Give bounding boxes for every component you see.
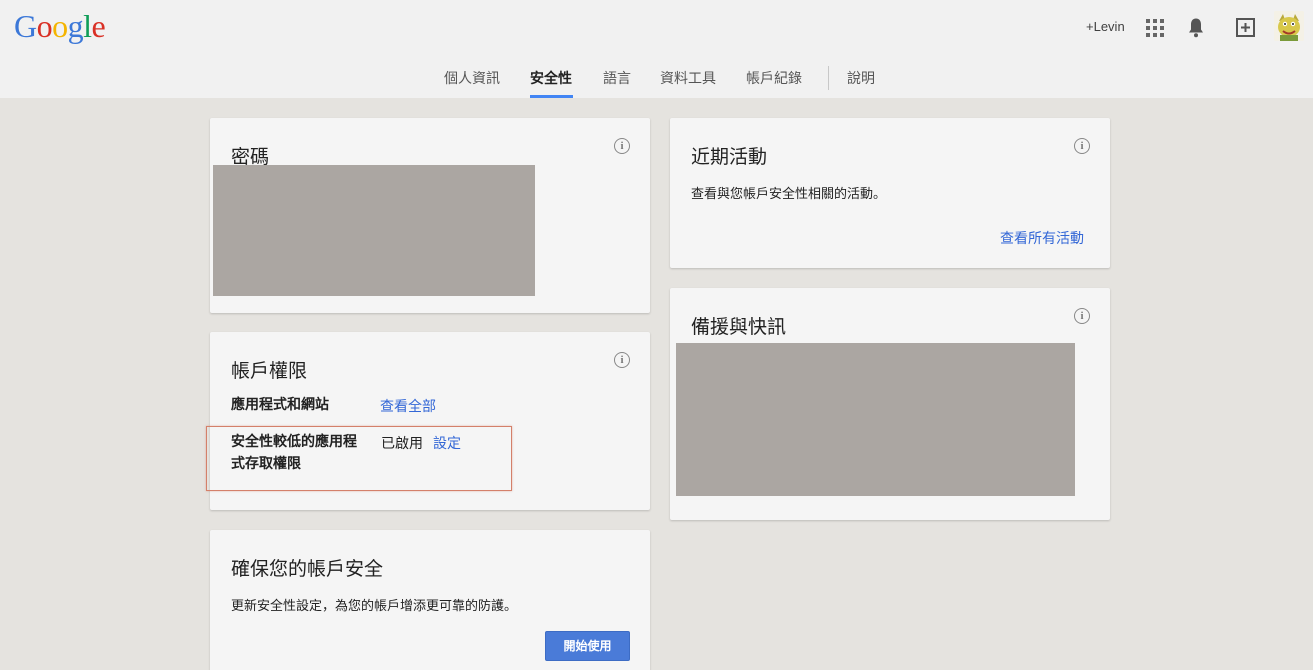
card-description: 查看與您帳戶安全性相關的活動。 [691,187,887,202]
logo-letter: e [91,8,106,44]
google-logo[interactable]: Google [14,8,106,45]
user-profile-link[interactable]: +Levin [1086,19,1125,34]
get-started-button[interactable]: 開始使用 [545,631,630,661]
logo-letter: o [36,8,53,44]
apps-and-sites-label: 應用程式和網站 [231,397,329,413]
avatar[interactable] [1274,11,1304,41]
tab-data-tools[interactable]: 資料工具 [660,68,716,88]
info-icon[interactable]: i [1074,138,1090,154]
card-title: 確保您的帳戶安全 [231,558,384,580]
nav-divider [828,66,829,90]
tab-help[interactable]: 說明 [847,68,875,88]
recovery-alerts-card: 備援與快訊 i [670,288,1110,520]
view-all-link[interactable]: 查看全部 [380,396,436,416]
recent-activity-card: 近期活動 i 查看與您帳戶安全性相關的活動。 查看所有活動 [670,118,1110,268]
view-all-activity-link[interactable]: 查看所有活動 [1000,228,1084,248]
redacted-content [676,343,1075,496]
apps-grid-icon[interactable] [1146,19,1164,37]
card-description: 更新安全性設定，為您的帳戶增添更可靠的防護。 [231,599,518,614]
password-card: 密碼 i [210,118,650,313]
active-tab-indicator [530,95,573,98]
tab-language[interactable]: 語言 [603,68,631,88]
card-title: 帳戶權限 [231,360,308,382]
info-icon[interactable]: i [1074,308,1090,324]
logo-letter: G [14,8,37,44]
info-icon[interactable]: i [614,352,630,368]
card-title: 近期活動 [691,146,768,168]
notifications-bell-icon[interactable] [1187,17,1205,39]
share-plus-icon[interactable] [1236,17,1256,37]
highlight-annotation [206,426,512,491]
tab-security[interactable]: 安全性 [530,68,572,88]
tab-account-history[interactable]: 帳戶紀錄 [746,68,802,88]
info-icon[interactable]: i [614,138,630,154]
logo-letter: g [67,8,84,44]
redacted-content [213,165,535,296]
logo-letter: o [52,8,68,44]
top-bar [0,0,1313,98]
card-title: 備援與快訊 [691,316,787,338]
tab-personal-info[interactable]: 個人資訊 [444,68,500,88]
logo-letter: l [83,8,92,44]
